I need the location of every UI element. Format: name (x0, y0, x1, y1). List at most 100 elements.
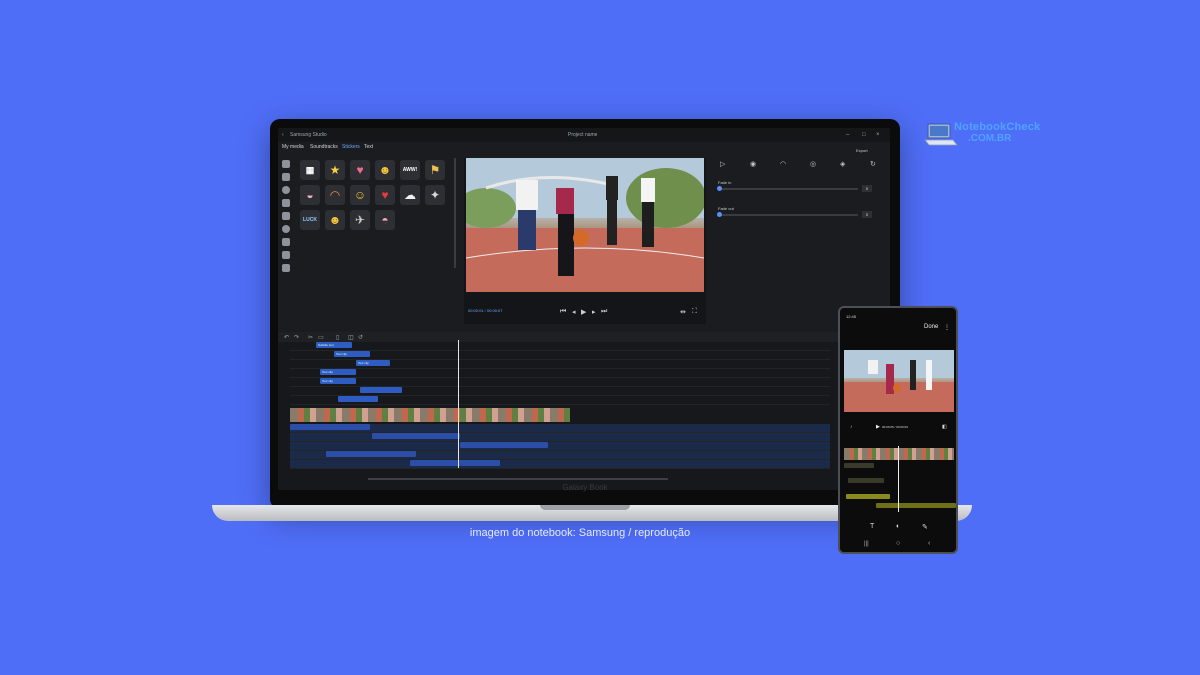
audio-track-row (290, 451, 830, 460)
sticker-clip[interactable] (360, 387, 402, 393)
back-arrow-icon[interactable]: ‹ (282, 132, 284, 138)
home-icon[interactable]: ○ (896, 540, 900, 547)
category-brush-icon[interactable] (282, 264, 290, 272)
phone-volume-icon[interactable]: ♪ (850, 424, 853, 430)
fullscreen-icon[interactable]: ⛶ (692, 308, 697, 316)
category-shape-icon[interactable] (282, 212, 290, 220)
audio-clip[interactable] (410, 460, 500, 466)
audio-clip[interactable] (460, 442, 548, 448)
fade-in-knob[interactable] (717, 186, 722, 191)
more-options-icon[interactable]: ⋮ (944, 324, 950, 331)
text-clip[interactable]: Text clip (320, 369, 356, 375)
split-icon[interactable]: ⇹ (680, 308, 686, 316)
audio-clip[interactable] (290, 424, 370, 430)
crop-icon[interactable]: ▭ (318, 334, 324, 341)
track-row: Text clip (290, 360, 830, 369)
draw-tool-icon[interactable]: ✎ (922, 523, 928, 531)
red-heart-sticker-icon[interactable]: ♥ (375, 185, 395, 205)
phone-video-track[interactable] (844, 448, 954, 460)
category-calendar-icon[interactable] (282, 173, 290, 181)
audio-clip[interactable] (372, 433, 460, 439)
timeline-playhead[interactable] (458, 340, 459, 468)
done-button[interactable]: Done (924, 324, 938, 330)
tab-text[interactable]: Text (364, 144, 373, 150)
tab-my-media[interactable]: My media (282, 144, 304, 150)
duplicate-icon[interactable]: ◫ (348, 334, 354, 341)
phone-fullscreen-icon[interactable]: ◧ (942, 424, 947, 430)
heart-face-sticker-icon[interactable]: ♥ (350, 160, 370, 180)
fade-out-knob[interactable] (717, 212, 722, 217)
loop-icon[interactable]: ↺ (358, 334, 363, 341)
wow-text-sticker-icon[interactable]: AWW! (400, 160, 420, 180)
text-clip[interactable]: Text clip (356, 360, 390, 366)
properties-panel: Export ▷ ◉ ◠ ◎ ◈ ↻ Fade in 0 Fade out 0 (710, 142, 890, 332)
sticker-grid: ▦ ★ ♥ ☻ AWW! ⚑ ◒ ◠ ☺ ♥ ☁ ✦ LUCK ☻ ✈ ◓ (296, 158, 456, 238)
phone-sticker-clip[interactable] (846, 494, 890, 499)
phone-text-clip[interactable] (848, 478, 884, 483)
play-icon[interactable]: ▶ (581, 308, 586, 316)
text-clip[interactable]: Text clip (334, 351, 370, 357)
skip-forward-icon[interactable]: ⏭ (601, 308, 607, 316)
phone-play-icon[interactable]: ▶ (876, 424, 880, 430)
back-icon[interactable]: ‹ (928, 540, 930, 547)
sticker-scrollbar[interactable] (454, 158, 456, 268)
smiley-sticker-icon[interactable]: ☻ (375, 160, 395, 180)
sticker-tool-icon[interactable]: ◐ (896, 523, 900, 530)
text-tool-icon[interactable]: T (870, 523, 874, 530)
adjust-icon[interactable]: ◎ (810, 160, 816, 168)
cupcake-sticker-icon[interactable]: ◒ (300, 185, 320, 205)
export-button[interactable]: Export (856, 148, 868, 153)
cut-icon[interactable]: ✂ (308, 334, 313, 341)
text-clip[interactable]: Text clip (320, 378, 356, 384)
bird-sticker-icon[interactable]: ✈ (350, 210, 370, 230)
party-popper-sticker-icon[interactable]: ⚑ (425, 160, 445, 180)
tab-soundtracks[interactable]: Soundtracks (310, 144, 338, 150)
redo-icon[interactable]: ↷ (294, 334, 299, 341)
frame-forward-icon[interactable]: ▸ (592, 308, 596, 316)
cake-sticker-icon[interactable]: ◓ (375, 210, 395, 230)
text-clip[interactable]: Subtitle text (316, 342, 352, 348)
sparkle-sticker-icon[interactable]: ✦ (425, 185, 445, 205)
category-heart-icon[interactable] (282, 199, 290, 207)
video-track-filmstrip[interactable] (290, 408, 570, 422)
sticker-category-bar (280, 160, 292, 320)
rotate-icon[interactable]: ↻ (870, 160, 876, 168)
phone-audio-clip[interactable] (876, 503, 956, 508)
phone-playhead[interactable] (898, 446, 899, 512)
ghost-sticker-icon[interactable]: ☁ (400, 185, 420, 205)
good-luck-text-sticker-icon[interactable]: LUCK (300, 210, 320, 230)
transition-icon[interactable]: ▷ (720, 160, 725, 168)
category-pin-icon[interactable] (282, 251, 290, 259)
volume-icon[interactable]: ◈ (840, 160, 845, 168)
yellow-face-sticker-icon[interactable]: ☻ (325, 210, 345, 230)
fade-in-slider[interactable] (717, 186, 858, 191)
frame-back-icon[interactable]: ◂ (572, 308, 576, 316)
timeline-scrollbar[interactable] (368, 478, 668, 480)
audio-clip[interactable] (326, 451, 416, 457)
recent-apps-icon[interactable]: ||| (864, 541, 869, 547)
rainbow-sticker-icon[interactable]: ◠ (325, 185, 345, 205)
phone-text-clip[interactable] (844, 463, 874, 468)
minimize-icon[interactable]: – (846, 132, 852, 138)
category-circle-icon[interactable] (282, 225, 290, 233)
fade-in-value[interactable]: 0 (862, 185, 872, 192)
undo-icon[interactable]: ↶ (284, 334, 289, 341)
category-recent-icon[interactable] (282, 160, 290, 168)
skip-back-icon[interactable]: ⏮ (560, 308, 566, 316)
category-arrow-icon[interactable] (282, 238, 290, 246)
calendar-sticker-icon[interactable]: ▦ (300, 160, 320, 180)
delete-icon[interactable]: ▯ (336, 334, 339, 341)
maximize-icon[interactable]: □ (862, 132, 868, 138)
filter-icon[interactable]: ◉ (750, 160, 756, 168)
sunglasses-sticker-icon[interactable]: ☺ (350, 185, 370, 205)
tab-stickers[interactable]: Stickers (342, 144, 360, 150)
timecode: 00:00:01 / 00:00:07 (468, 308, 503, 313)
category-emoji-icon[interactable] (282, 186, 290, 194)
star-sticker-icon[interactable]: ★ (325, 160, 345, 180)
fade-out-value[interactable]: 0 (862, 211, 872, 218)
fade-out-slider[interactable] (717, 212, 858, 217)
speed-icon[interactable]: ◠ (780, 160, 786, 168)
phone-video-frame (844, 350, 954, 412)
sticker-clip[interactable] (338, 396, 378, 402)
close-icon[interactable]: × (876, 132, 882, 138)
